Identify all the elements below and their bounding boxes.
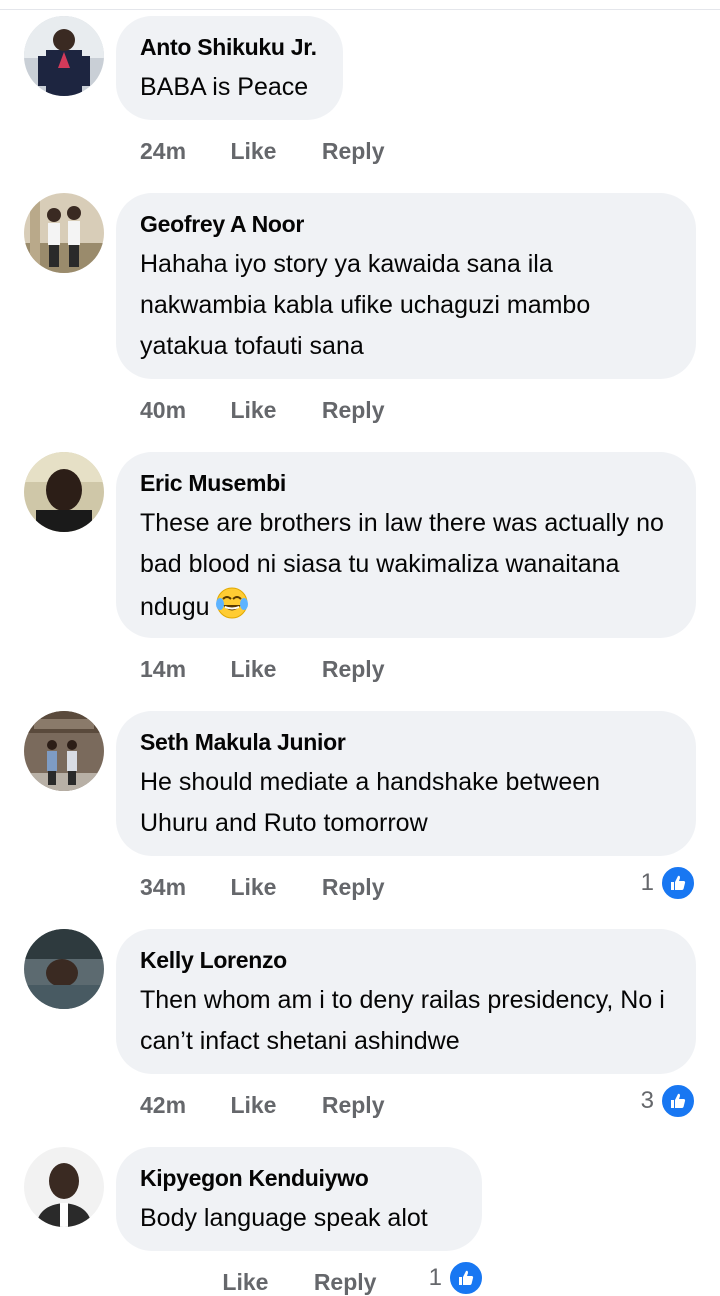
avatar-image	[24, 711, 104, 791]
reaction-count: 1	[428, 1264, 442, 1291]
like-link[interactable]: Like	[230, 873, 276, 901]
profile-photo-two-people-avatar[interactable]	[24, 193, 104, 273]
comment-time[interactable]: 40m	[140, 396, 186, 424]
comment-author[interactable]: Kelly Lorenzo	[140, 946, 672, 974]
comment-bubble: Kelly Lorenzo Then whom am i to deny rai…	[116, 929, 696, 1074]
comment-text: These are brothers in law there was actu…	[140, 503, 672, 634]
like-thumb-icon	[448, 1260, 484, 1296]
profile-photo-man-smiling-avatar[interactable]	[24, 1147, 104, 1227]
comment-time[interactable]: 24m	[140, 137, 186, 165]
comment-time[interactable]: 14m	[140, 655, 186, 683]
like-link[interactable]: Like	[230, 1091, 276, 1119]
comment-actions: 42m Like Reply	[140, 1091, 385, 1119]
comment-actions: 24m Like Reply	[140, 137, 385, 165]
comment-author[interactable]: Geofrey A Noor	[140, 210, 672, 238]
avatar-image	[24, 452, 104, 532]
reaction-count: 1	[640, 869, 654, 896]
comment-text: He should mediate a handshake between Uh…	[140, 768, 601, 837]
like-link[interactable]: Like	[230, 396, 276, 424]
avatar-image	[24, 929, 104, 1009]
comment-author[interactable]: Eric Musembi	[140, 469, 672, 497]
avatar-image	[24, 16, 104, 96]
reply-link[interactable]: Reply	[322, 396, 385, 424]
comment-text: BABA is Peace	[140, 73, 309, 101]
comment-bubble: Seth Makula Junior He should mediate a h…	[116, 711, 696, 856]
comment-author[interactable]: Kipyegon Kenduiywo	[140, 1164, 458, 1192]
profile-photo-man-suit-avatar[interactable]	[24, 16, 104, 96]
like-thumb-icon	[660, 1083, 696, 1119]
avatar-image	[24, 1147, 104, 1227]
reaction-summary[interactable]: 1	[640, 865, 696, 901]
like-link[interactable]: Like	[230, 137, 276, 165]
avatar-image	[24, 193, 104, 273]
top-divider	[0, 0, 720, 10]
comment-author[interactable]: Seth Makula Junior	[140, 728, 672, 756]
like-thumb-icon	[660, 865, 696, 901]
like-link[interactable]: Like	[222, 1268, 268, 1296]
comment-bubble: Anto Shikuku Jr. BABA is Peace	[116, 16, 343, 120]
comment-actions: 34m Like Reply	[140, 873, 385, 901]
reply-link[interactable]: Reply	[314, 1268, 377, 1296]
comment-bubble: Geofrey A Noor Hahaha iyo story ya kawai…	[116, 193, 696, 379]
comment-actions: Like Reply	[140, 1268, 376, 1296]
comment-actions: 40m Like Reply	[140, 396, 385, 424]
reply-link[interactable]: Reply	[322, 1091, 385, 1119]
reaction-summary[interactable]: 3	[640, 1083, 696, 1119]
comment-actions: 14m Like Reply	[140, 655, 385, 683]
like-link[interactable]: Like	[230, 655, 276, 683]
comment-text: Body language speak alot	[140, 1204, 428, 1232]
reply-link[interactable]: Reply	[322, 137, 385, 165]
reaction-count: 3	[640, 1087, 654, 1114]
profile-photo-man-lying-avatar[interactable]	[24, 929, 104, 1009]
reaction-summary[interactable]: 1	[428, 1260, 484, 1296]
tears-of-joy-emoji	[214, 585, 250, 634]
comment-bubble: Eric Musembi These are brothers in law t…	[116, 452, 696, 638]
comment-time[interactable]: 34m	[140, 873, 186, 901]
comment-author[interactable]: Anto Shikuku Jr.	[140, 33, 319, 61]
comment-text: Hahaha iyo story ya kawaida sana ila nak…	[140, 250, 591, 360]
comment-text: Then whom am i to deny railas presidency…	[140, 986, 665, 1055]
reply-link[interactable]: Reply	[322, 873, 385, 901]
comment-time[interactable]: 42m	[140, 1091, 186, 1119]
profile-photo-man-selfie-avatar[interactable]	[24, 452, 104, 532]
comment-bubble: Kipyegon Kenduiywo Body language speak a…	[116, 1147, 482, 1251]
reply-link[interactable]: Reply	[322, 655, 385, 683]
profile-photo-two-men-building-avatar[interactable]	[24, 711, 104, 791]
